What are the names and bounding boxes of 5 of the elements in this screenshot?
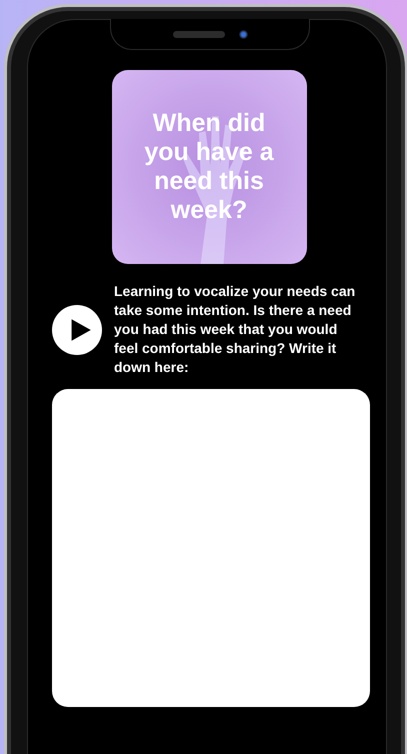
card-title: When did you have a need this week? (143, 109, 275, 225)
play-button[interactable] (52, 304, 102, 354)
camera-icon (238, 30, 248, 38)
speaker-icon (172, 30, 224, 38)
prompt-text: Learning to vocalize your needs can take some intention. Is there a need you had this week that you would feel comfortable sharing? Write it down here: (114, 282, 356, 377)
